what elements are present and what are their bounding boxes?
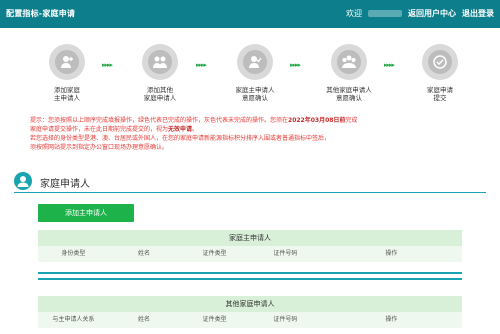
submit-check-icon — [422, 44, 458, 80]
welcome-text: 欢迎 — [346, 9, 362, 18]
user-name-redacted — [368, 10, 402, 17]
person-add-icon — [49, 44, 85, 80]
other-applicant-table: 其他家庭申请人 与主申请人关系 姓名 证件类型 证件号码 操作 — [38, 296, 462, 328]
progress-steps: 添加家庭 主申请人 ▸▸▸▸ 添加其他 家庭申请人 ▸▸▸▸ 家庭主申请人 意愿确认 … — [0, 34, 500, 114]
header-actions: 欢迎 返回用户中心 退出登录 — [340, 8, 494, 19]
table-divider — [38, 272, 462, 274]
step-other-confirm: 其他家庭申请人 意愿确认 — [314, 44, 384, 102]
section-title: 家庭申请人 — [40, 179, 90, 190]
page-title: 配置指标-家庭申请 — [6, 9, 76, 18]
table-caption: 家庭主申请人 — [38, 230, 462, 246]
table-header-row: 身份类型 姓名 证件类型 证件号码 操作 — [38, 246, 462, 262]
person-check-icon — [237, 44, 273, 80]
notice-text: 提示：您须按照以上顺序完成填报操作，绿色代表已完成的操作，灰色代表未完成的操作。… — [30, 117, 358, 151]
step-add-main-applicant: 添加家庭 主申请人 — [32, 44, 102, 102]
top-bar: 配置指标-家庭申请 欢迎 返回用户中心 退出登录 — [0, 0, 500, 28]
logout-link[interactable]: 退出登录 — [462, 8, 494, 19]
main-applicant-table: 家庭主申请人 身份类型 姓名 证件类型 证件号码 操作 — [38, 230, 462, 262]
group-check-icon — [331, 44, 367, 80]
return-user-center-link[interactable]: 返回用户中心 — [408, 8, 456, 19]
step-submit: 家庭申请 提交 — [405, 44, 475, 102]
step-main-confirm: 家庭主申请人 意愿确认 — [220, 44, 290, 102]
section-header: 家庭申请人 — [14, 172, 486, 193]
table-divider — [38, 278, 462, 280]
family-icon — [142, 44, 178, 80]
add-main-applicant-button[interactable]: 添加主申请人 — [38, 204, 134, 222]
table-caption: 其他家庭申请人 — [38, 296, 462, 312]
step-add-other-applicant: 添加其他 家庭申请人 — [125, 44, 195, 102]
table-header-row: 与主申请人关系 姓名 证件类型 证件号码 操作 — [38, 312, 462, 328]
user-icon — [14, 172, 32, 190]
